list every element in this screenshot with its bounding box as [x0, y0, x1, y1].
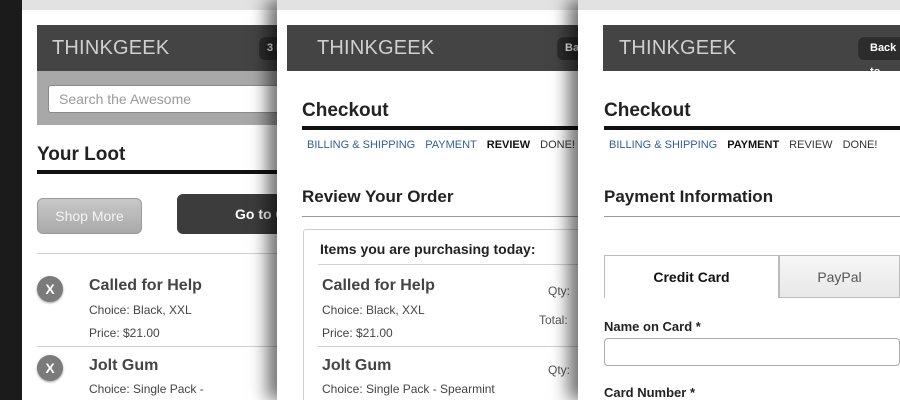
name-on-card-label: Name on Card * — [604, 319, 701, 334]
card-number-label: Card Number * — [604, 385, 696, 400]
divider — [318, 346, 608, 347]
step-review: REVIEW — [789, 139, 833, 151]
shop-more-button[interactable]: Shop More — [37, 198, 142, 234]
remove-item-button[interactable]: X — [37, 355, 63, 381]
checkout-steps: BILLING & SHIPPING PAYMENT REVIEW DONE! — [307, 139, 585, 151]
item-price: Price: $21.00 — [322, 326, 393, 340]
page-title: Checkout — [604, 100, 691, 121]
step-payment[interactable]: PAYMENT — [425, 139, 477, 151]
brand-logo[interactable]: THINKGEEK — [317, 37, 434, 59]
divider — [604, 216, 900, 217]
tab-paypal[interactable]: PayPal — [779, 255, 900, 298]
divider — [318, 264, 608, 265]
step-billing-shipping[interactable]: BILLING & SHIPPING — [307, 139, 415, 151]
name-on-card-input[interactable] — [604, 338, 900, 366]
qty-label: Qty: — [548, 363, 571, 377]
remove-item-button[interactable]: X — [37, 276, 63, 302]
item-choice: Choice: Single Pack - — [89, 382, 204, 396]
brand-logo[interactable]: THINKGEEK — [619, 37, 736, 59]
title-divider — [302, 126, 617, 130]
item-name[interactable]: Jolt Gum — [89, 357, 158, 375]
app-header: THINKGEEK Ba — [287, 25, 617, 71]
step-done: DONE! — [540, 139, 575, 151]
checkout-steps: BILLING & SHIPPING PAYMENT REVIEW DONE! — [609, 139, 887, 151]
step-payment: PAYMENT — [727, 139, 780, 151]
order-box-title: Items you are purchasing today: — [320, 241, 536, 257]
app-header: THINKGEEK Back to — [603, 25, 900, 78]
item-price: Price: $21.00 — [89, 326, 160, 340]
section-title: Review Your Order — [302, 187, 454, 206]
item-name[interactable]: Called for Help — [89, 277, 202, 295]
total-label: Total: — [539, 313, 568, 327]
item-name: Called for Help — [322, 277, 435, 294]
section-title: Payment Information — [604, 187, 774, 206]
qty-label: Qty: — [548, 284, 571, 298]
payment-panel: THINKGEEK Back to Checkout BILLING & SHI… — [578, 0, 900, 400]
step-billing-shipping[interactable]: BILLING & SHIPPING — [609, 139, 717, 151]
page-title: Your Loot — [37, 144, 126, 165]
item-name: Jolt Gum — [322, 357, 392, 374]
item-choice: Choice: Black, XXL — [89, 303, 192, 317]
tab-credit-card[interactable]: Credit Card — [604, 255, 779, 298]
review-panel: THINKGEEK Ba Checkout BILLING & SHIPPING… — [277, 0, 617, 400]
divider — [302, 216, 617, 217]
back-button[interactable]: Back to — [858, 36, 900, 78]
step-done: DONE! — [842, 139, 878, 151]
item-choice: Choice: Black, XXL — [322, 303, 425, 317]
page-title: Checkout — [302, 100, 389, 121]
step-review: REVIEW — [486, 139, 531, 151]
search-input[interactable] — [48, 85, 290, 113]
title-divider — [604, 126, 900, 130]
item-choice: Choice: Single Pack - Spearmint — [322, 382, 495, 396]
brand-logo[interactable]: THINKGEEK — [52, 37, 169, 59]
